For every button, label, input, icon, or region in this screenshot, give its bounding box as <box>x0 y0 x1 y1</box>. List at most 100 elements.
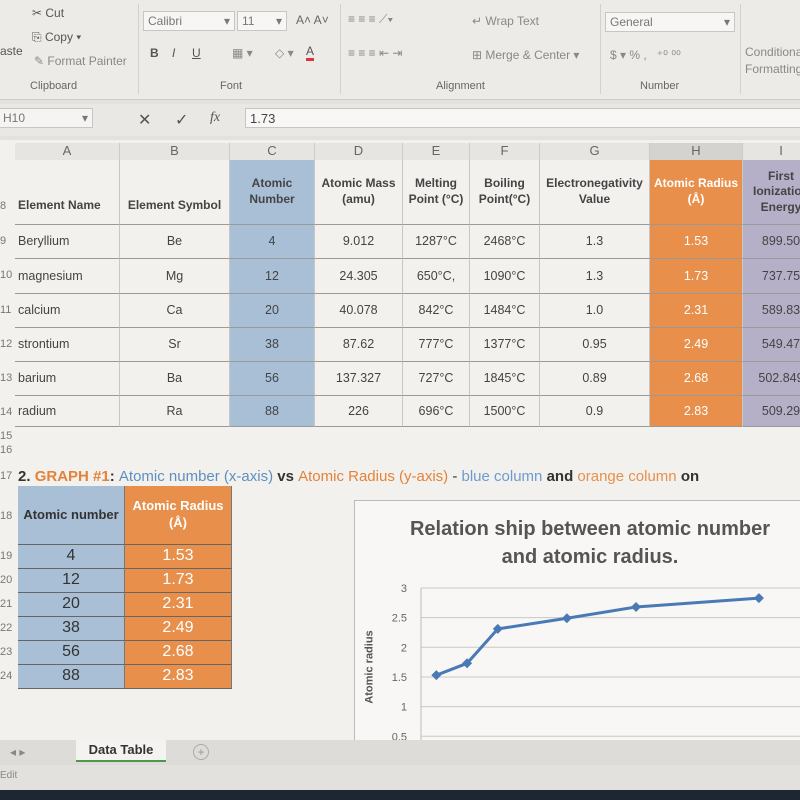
align-top-icons[interactable]: ≡ ≡ ≡ ⟋▾ <box>348 12 393 27</box>
table-cell[interactable]: 0.89 <box>540 362 650 396</box>
table-cell[interactable]: 4 <box>18 545 125 569</box>
table-cell[interactable]: calcium <box>15 294 120 328</box>
table-cell[interactable]: 777°C <box>403 328 470 362</box>
table-cell[interactable]: 1.53 <box>125 545 232 569</box>
table-cell[interactable]: 0.95 <box>540 328 650 362</box>
data-point[interactable] <box>753 593 764 604</box>
table-cell[interactable]: 1845°C <box>470 362 540 396</box>
number-format-select[interactable]: General ▾ <box>605 12 735 32</box>
merge-center-button[interactable]: ⊞ Merge & Center ▾ <box>472 48 579 62</box>
chart[interactable]: Relation ship between atomic number and … <box>354 500 800 740</box>
table-cell[interactable]: 4 <box>230 225 315 259</box>
table-cell[interactable]: 899.50 <box>743 225 800 259</box>
table-cell[interactable]: 38 <box>230 328 315 362</box>
table-cell[interactable]: 1.73 <box>125 569 232 593</box>
table-cell[interactable]: 1.3 <box>540 259 650 294</box>
table-cell[interactable]: 650°C, <box>403 259 470 294</box>
table-cell[interactable]: 2468°C <box>470 225 540 259</box>
data-point[interactable] <box>431 670 442 681</box>
align-horizontal-icons[interactable]: ≡ ≡ ≡ ⇤ ⇥ <box>348 46 402 60</box>
font-name-select[interactable]: Calibri ▾ <box>143 11 235 31</box>
table-cell[interactable]: 2.68 <box>650 362 743 396</box>
font-grow-shrink-buttons[interactable]: A˄ A˅ <box>296 13 329 27</box>
column-header[interactable]: A <box>15 143 120 160</box>
table-cell[interactable]: 40.078 <box>315 294 403 328</box>
table-cell[interactable]: 549.47 <box>743 328 800 362</box>
paste-button[interactable]: aste <box>0 44 23 58</box>
column-header[interactable]: D <box>315 143 403 160</box>
number-format-buttons[interactable]: $ ▾ % , ⁺⁰ ⁰⁰ <box>610 48 681 62</box>
table-cell[interactable]: 1.0 <box>540 294 650 328</box>
table-cell[interactable]: 509.29 <box>743 396 800 427</box>
table-cell[interactable]: Ra <box>120 396 230 427</box>
cut-button[interactable]: ✂ Cut <box>32 6 64 20</box>
table-cell[interactable]: 1.53 <box>650 225 743 259</box>
table-cell[interactable]: 20 <box>18 593 125 617</box>
table-cell[interactable]: 2.31 <box>650 294 743 328</box>
column-header[interactable]: G <box>540 143 650 160</box>
cancel-icon[interactable]: ✕ <box>138 110 151 130</box>
table-cell[interactable]: 727°C <box>403 362 470 396</box>
conditional-formatting-button[interactable]: Conditional Formatting <box>745 44 800 80</box>
font-color-icon[interactable]: A <box>306 44 315 61</box>
table-cell[interactable]: strontium <box>15 328 120 362</box>
table-cell[interactable]: 1484°C <box>470 294 540 328</box>
wrap-text-button[interactable]: ↵ Wrap Text <box>472 14 539 28</box>
table-cell[interactable]: 12 <box>230 259 315 294</box>
format-painter-button[interactable]: ✎ Format Painter <box>34 54 127 68</box>
table-cell[interactable]: 2.31 <box>125 593 232 617</box>
function-icon[interactable]: fx <box>210 110 220 126</box>
table-cell[interactable]: Mg <box>120 259 230 294</box>
table-cell[interactable]: Sr <box>120 328 230 362</box>
table-cell[interactable]: 1377°C <box>470 328 540 362</box>
table-cell[interactable]: radium <box>15 396 120 427</box>
table-cell[interactable]: 137.327 <box>315 362 403 396</box>
add-sheet-button[interactable]: + <box>193 744 209 760</box>
column-header[interactable]: B <box>120 143 230 160</box>
table-cell[interactable]: 2.83 <box>650 396 743 427</box>
table-cell[interactable]: 1.3 <box>540 225 650 259</box>
data-point[interactable] <box>561 613 572 624</box>
table-cell[interactable]: 226 <box>315 396 403 427</box>
table-cell[interactable]: barium <box>15 362 120 396</box>
table-cell[interactable]: 9.012 <box>315 225 403 259</box>
table-cell[interactable]: 842°C <box>403 294 470 328</box>
data-point[interactable] <box>631 601 642 612</box>
table-cell[interactable]: magnesium <box>15 259 120 294</box>
table-cell[interactable]: Ba <box>120 362 230 396</box>
table-cell[interactable]: 1287°C <box>403 225 470 259</box>
italic-button[interactable]: I <box>172 46 175 60</box>
font-size-select[interactable]: 11 ▾ <box>237 11 287 31</box>
column-header[interactable]: C <box>230 143 315 160</box>
table-cell[interactable]: 2.68 <box>125 641 232 665</box>
column-header[interactable]: I <box>743 143 800 160</box>
table-cell[interactable]: 88 <box>18 665 125 689</box>
borders-icon[interactable]: ▦ ▾ <box>232 46 253 60</box>
table-cell[interactable]: 2.49 <box>125 617 232 641</box>
table-cell[interactable]: 56 <box>230 362 315 396</box>
table-cell[interactable]: 1500°C <box>470 396 540 427</box>
formula-input[interactable]: 1.73 <box>245 108 800 128</box>
tab-data-table[interactable]: Data Table <box>76 740 166 762</box>
table-cell[interactable]: 2.49 <box>650 328 743 362</box>
table-cell[interactable]: 2.83 <box>125 665 232 689</box>
column-header[interactable]: E <box>403 143 470 160</box>
table-cell[interactable]: Ca <box>120 294 230 328</box>
column-header[interactable]: F <box>470 143 540 160</box>
table-cell[interactable]: 24.305 <box>315 259 403 294</box>
column-header[interactable]: H <box>650 143 743 160</box>
table-cell[interactable]: 1090°C <box>470 259 540 294</box>
table-cell[interactable]: 589.83 <box>743 294 800 328</box>
table-cell[interactable]: Be <box>120 225 230 259</box>
table-cell[interactable]: 0.9 <box>540 396 650 427</box>
table-cell[interactable]: Beryllium <box>15 225 120 259</box>
table-cell[interactable]: 502.849 <box>743 362 800 396</box>
underline-button[interactable]: U <box>192 46 201 60</box>
table-cell[interactable]: 87.62 <box>315 328 403 362</box>
fill-color-icon[interactable]: ◇ ▾ <box>275 46 294 60</box>
table-cell[interactable]: 12 <box>18 569 125 593</box>
tab-scroll-arrows[interactable]: ◂ ▸ <box>10 745 25 759</box>
table-cell[interactable]: 737.75 <box>743 259 800 294</box>
copy-button[interactable]: ⎘ Copy ▾ <box>32 30 81 45</box>
table-cell[interactable]: 56 <box>18 641 125 665</box>
